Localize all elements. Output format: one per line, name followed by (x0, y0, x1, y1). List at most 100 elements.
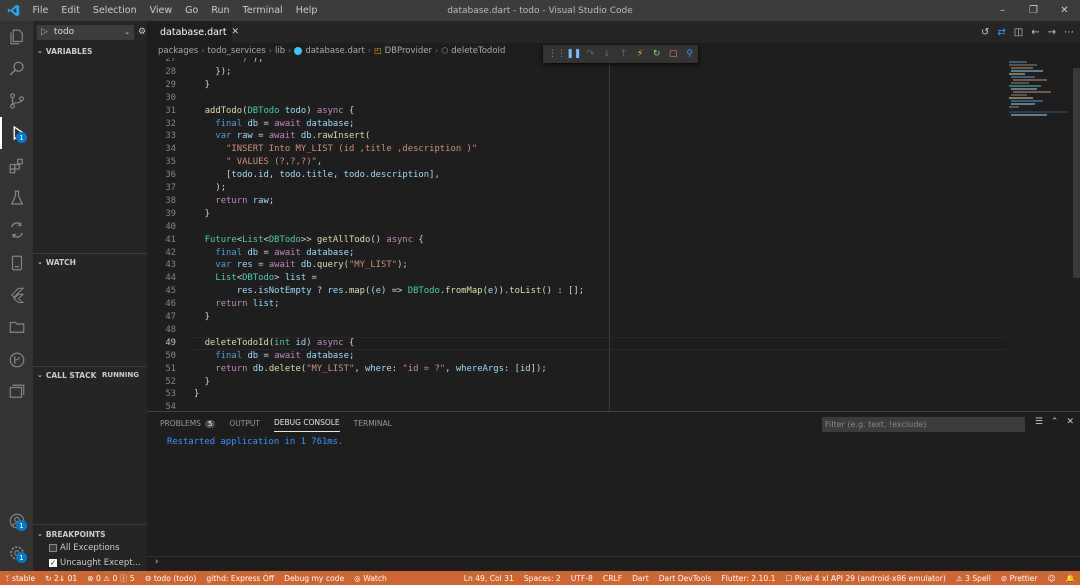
status-prettier[interactable]: ⊘ Prettier (996, 574, 1043, 583)
code-editor[interactable]: 27 ')'); 28 }); 29 } 30 31 addTodo(DBTodo to… (147, 58, 1007, 411)
step-into-icon[interactable]: ↓ (599, 49, 616, 59)
close-panel-icon[interactable]: ✕ (1066, 417, 1074, 427)
explorer-icon[interactable] (0, 21, 33, 53)
breakpoint-uncaught-exceptions[interactable]: ✓ Uncaught Except... (49, 558, 141, 568)
remote-explorer-icon[interactable] (0, 214, 33, 246)
status-indentation[interactable]: Spaces: 2 (519, 574, 566, 583)
code-line[interactable]: return db.delete("MY_LIST", where: "id =… (194, 364, 546, 374)
status-debug-mode[interactable]: Debug my code (279, 574, 349, 583)
checkbox[interactable]: ✓ (49, 559, 57, 567)
status-githd[interactable]: githd: Express Off (201, 574, 279, 583)
timeline-icon[interactable]: ↺ (981, 27, 989, 38)
devtools-search-icon[interactable]: ⚲ (681, 49, 698, 59)
code-line[interactable]: Future<List<DBTodo>> getAllTodo() async … (194, 235, 424, 245)
status-problems[interactable]: ⊗ 0 ⚠ 0 ⓘ 5 (82, 573, 139, 584)
step-out-icon[interactable]: ↑ (615, 49, 632, 59)
account-icon[interactable]: 1 (0, 505, 33, 537)
restore-button[interactable]: ❐ (1018, 0, 1049, 21)
minimap[interactable] (1007, 58, 1080, 411)
debug-settings-icon[interactable]: ⚙ (138, 27, 146, 37)
minimize-button[interactable]: – (987, 0, 1018, 21)
back-icon[interactable]: ← (1031, 27, 1039, 38)
checkbox[interactable] (49, 544, 57, 552)
code-line[interactable]: final db = await database; (194, 248, 354, 258)
menu-file[interactable]: File (26, 5, 55, 16)
clear-console-icon[interactable]: ☰ (1035, 417, 1043, 427)
step-over-icon[interactable]: ↷ (582, 49, 599, 59)
status-flutter-version[interactable]: Flutter: 2.10.1 (716, 574, 780, 583)
code-line[interactable]: ); (194, 183, 226, 193)
extensions-icon[interactable] (0, 150, 33, 182)
start-debugging-icon[interactable]: ▷ (41, 27, 48, 37)
status-sync[interactable]: ↻ 2↓ 01 (40, 574, 82, 583)
breadcrumb-item[interactable]: DBProvider (385, 46, 432, 56)
code-line[interactable]: "INSERT Into MY_LIST (id ,title ,descrip… (194, 144, 477, 154)
menu-selection[interactable]: Selection (86, 5, 143, 16)
code-line[interactable]: return list; (194, 299, 279, 309)
settings-gear-icon[interactable]: 1 (0, 537, 33, 569)
tab-output[interactable]: OUTPUT (229, 419, 260, 432)
maximize-panel-icon[interactable]: ⌃ (1051, 417, 1059, 427)
code-line[interactable]: ')'); (194, 58, 264, 64)
status-spell[interactable]: ⚠ 3 Spell (951, 574, 996, 583)
split-editor-icon[interactable]: ◫ (1014, 27, 1023, 38)
code-line[interactable]: var raw = await db.rawInsert( (194, 131, 370, 141)
scrollbar[interactable] (1073, 68, 1080, 278)
status-language[interactable]: Dart (627, 574, 654, 583)
debug-config-select[interactable]: ▷ todo ⌄ (37, 24, 134, 40)
status-eol[interactable]: CRLF (598, 574, 627, 583)
code-line[interactable]: [todo.id, todo.title, todo.description], (194, 170, 440, 180)
breadcrumb-item[interactable]: database.dart (305, 46, 365, 56)
status-encoding[interactable]: UTF-8 (566, 574, 598, 583)
menu-edit[interactable]: Edit (55, 5, 86, 16)
call-stack-section[interactable]: ⌄ CALL STACK RUNNING (33, 365, 147, 385)
code-line[interactable]: var res = await db.query("MY_LIST"); (194, 260, 407, 270)
testing-icon[interactable] (0, 182, 33, 214)
tab-debug-console[interactable]: DEBUG CONSOLE (273, 418, 340, 432)
status-debug-target[interactable]: ⚙ todo (todo) (140, 574, 202, 583)
code-line[interactable]: } (194, 377, 210, 387)
code-line[interactable]: addTodo(DBTodo todo) async { (194, 106, 355, 116)
menu-go[interactable]: Go (179, 5, 205, 16)
notifications-icon[interactable]: 🔔 (1061, 574, 1080, 583)
code-line[interactable]: deleteTodoId(int id) async { (194, 338, 355, 348)
menu-terminal[interactable]: Terminal (236, 5, 289, 16)
breakpoints-section[interactable]: ⌄ BREAKPOINTS (33, 524, 147, 544)
status-device[interactable]: ☐ Pixel 4 xl API 29 (android-x86 emulato… (780, 574, 950, 583)
code-line[interactable]: } (194, 80, 210, 90)
console-filter-input[interactable]: Filter (e.g. text, !exclude) (822, 417, 1025, 432)
menu-run[interactable]: Run (205, 5, 236, 16)
breakpoint-all-exceptions[interactable]: All Exceptions (49, 543, 120, 553)
run-debug-icon[interactable]: 1 (0, 117, 33, 149)
flutter-icon[interactable] (0, 279, 33, 311)
code-line[interactable]: } (194, 209, 210, 219)
variables-section[interactable]: ⌄ VARIABLES (33, 41, 147, 61)
status-watch[interactable]: ◎ Watch (349, 574, 392, 583)
code-line[interactable]: " VALUES (?,?,?)", (194, 157, 322, 167)
breadcrumb-item[interactable]: deleteTodoId (451, 46, 505, 56)
status-cursor-position[interactable]: Ln 49, Col 31 (459, 574, 519, 583)
code-line[interactable]: final db = await database; (194, 119, 354, 129)
code-line[interactable]: } (194, 389, 199, 399)
tab-database-dart[interactable]: database.dart ✕ (147, 21, 239, 43)
restart-icon[interactable]: ↻ (648, 49, 665, 59)
code-line[interactable]: }); (194, 67, 231, 77)
more-actions-icon[interactable]: ⋯ (1064, 27, 1074, 38)
breadcrumb-item[interactable]: lib (275, 46, 285, 56)
search-icon[interactable] (0, 53, 33, 85)
pause-icon[interactable]: ❚❚ (566, 49, 583, 59)
feedback-icon[interactable]: ☺ (1043, 574, 1061, 583)
menu-help[interactable]: Help (289, 5, 324, 16)
source-control-icon[interactable] (0, 85, 33, 117)
code-line[interactable]: res.isNotEmpty ? res.map((e) => DBTodo.f… (194, 286, 584, 296)
close-button[interactable]: ✕ (1049, 0, 1080, 21)
close-tab-icon[interactable]: ✕ (232, 27, 240, 37)
forward-icon[interactable]: → (1048, 27, 1056, 38)
code-line[interactable]: final db = await database; (194, 351, 354, 361)
status-branch[interactable]: ᛉ stable (0, 574, 40, 583)
drag-handle-icon[interactable]: ⋮⋮ (548, 49, 566, 59)
device-icon[interactable] (0, 247, 33, 279)
console-input[interactable]: › (147, 556, 1080, 571)
tab-problems[interactable]: PROBLEMS 5 (160, 419, 216, 432)
status-devtools[interactable]: Dart DevTools (654, 574, 717, 583)
